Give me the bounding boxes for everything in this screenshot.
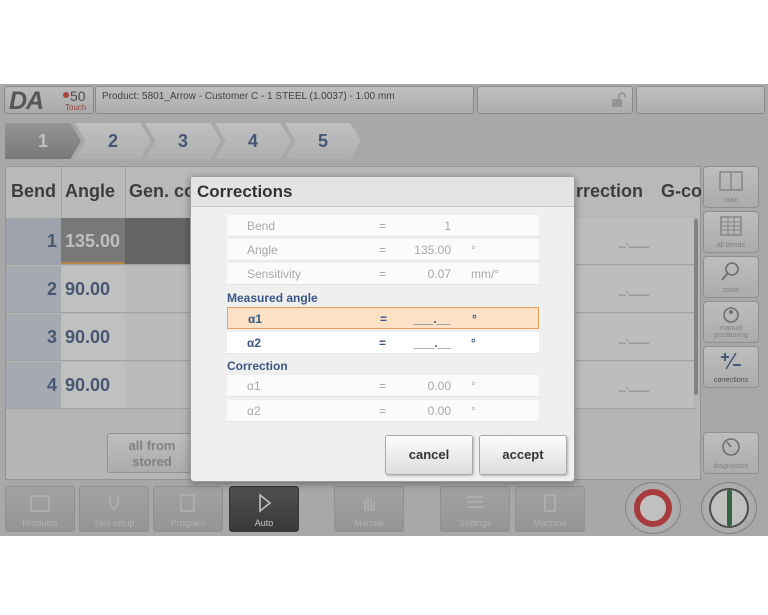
row-label: α2 bbox=[247, 404, 261, 418]
row-unit: ° bbox=[472, 312, 477, 326]
row-value: 0.07 bbox=[427, 267, 451, 281]
cancel-button[interactable]: cancel bbox=[385, 435, 473, 475]
row-value: 135.00 bbox=[414, 243, 451, 257]
row-unit: ° bbox=[471, 336, 476, 350]
info-row-angle: Angle = 135.00 ° bbox=[227, 239, 539, 261]
row-equals: = bbox=[379, 267, 387, 281]
measured-angle-heading: Measured angle bbox=[227, 291, 318, 305]
measured-alpha1-input[interactable]: α1 = ___.__ ° bbox=[227, 307, 539, 329]
row-value: ___.__ bbox=[414, 336, 451, 350]
dialog-title: Corrections bbox=[191, 177, 574, 207]
row-equals: = bbox=[379, 219, 387, 233]
accept-button[interactable]: accept bbox=[479, 435, 567, 475]
row-equals: = bbox=[380, 312, 388, 326]
row-value: ___.__ bbox=[413, 312, 450, 326]
correction-heading: Correction bbox=[227, 359, 288, 373]
corrections-dialog: Corrections Bend = 1 Angle = 135.00 ° Se… bbox=[190, 176, 575, 482]
row-unit: ° bbox=[471, 243, 476, 257]
row-label: α2 bbox=[247, 336, 262, 350]
row-value: 0.00 bbox=[427, 379, 451, 393]
row-equals: = bbox=[379, 404, 387, 418]
measured-alpha2-input[interactable]: α2 = ___.__ ° bbox=[227, 332, 539, 354]
row-value: 0.00 bbox=[427, 404, 451, 418]
row-unit: ° bbox=[471, 379, 476, 393]
row-equals: = bbox=[379, 243, 387, 257]
correction-alpha1-row: α1 = 0.00 ° bbox=[227, 375, 539, 397]
row-label: α1 bbox=[247, 379, 261, 393]
row-unit: ° bbox=[471, 404, 476, 418]
row-value: 1 bbox=[444, 219, 451, 233]
row-label: Bend bbox=[247, 219, 276, 233]
correction-alpha2-row: α2 = 0.00 ° bbox=[227, 400, 539, 422]
row-unit: mm/° bbox=[471, 267, 500, 281]
cnc-screen: DA 50 Touch Product: 5801_Arrow - Custom… bbox=[0, 84, 768, 536]
info-row-sensitivity: Sensitivity = 0.07 mm/° bbox=[227, 263, 539, 285]
row-label: Sensitivity bbox=[247, 267, 302, 281]
row-label: α1 bbox=[248, 312, 263, 326]
row-label: Angle bbox=[247, 243, 278, 257]
row-equals: = bbox=[379, 336, 387, 350]
info-row-bend: Bend = 1 bbox=[227, 215, 539, 237]
row-equals: = bbox=[379, 379, 387, 393]
